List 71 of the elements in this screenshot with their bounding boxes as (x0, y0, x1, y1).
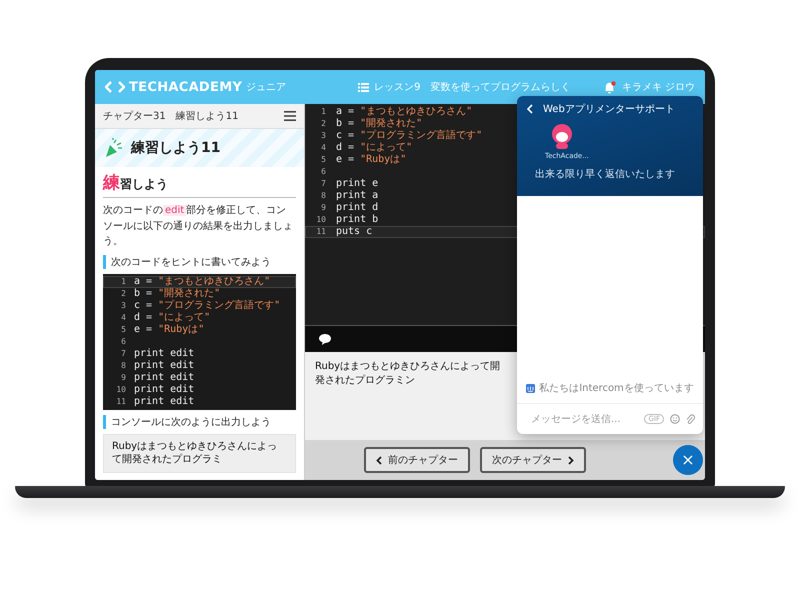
line-number: 6 (120, 336, 127, 346)
smiley-icon[interactable] (670, 414, 680, 424)
chevron-right-icon (568, 456, 574, 464)
expected-output: Rubyはまつもとゆきひろさんによって開発されたプログラミ (103, 434, 296, 472)
code-brackets-icon (105, 81, 125, 93)
code-text: print a (336, 191, 378, 201)
code-text: print d (336, 203, 378, 213)
back-button[interactable] (527, 104, 533, 114)
code-text: print e (336, 179, 378, 189)
party-popper-icon (105, 138, 123, 158)
line-number: 3 (320, 131, 327, 141)
message-input[interactable]: メッセージを送信... (529, 412, 638, 426)
line-number: 5 (120, 324, 127, 334)
speech-bubble-icon (319, 334, 331, 344)
line-number: 11 (315, 227, 327, 237)
code-text: c = "プログラミング言語です" (336, 131, 482, 141)
reply-time-text: 出来る限り早く返信いたします (535, 168, 676, 181)
code-text: print edit (134, 396, 194, 406)
line-number: 5 (320, 155, 327, 165)
logo-subtitle: ジュニア (246, 81, 286, 94)
line-number: 9 (120, 372, 127, 382)
code-text: print edit (134, 384, 194, 394)
back-icon (527, 104, 533, 114)
console-output: Rubyはまつもとゆきひろさんによって開発されたプログラミン (315, 360, 502, 388)
section-heading: 練習しよう (103, 171, 296, 198)
code-text: print edit (134, 348, 194, 358)
code-text: c = "プログラミング言語です" (134, 300, 280, 310)
previous-chapter-button[interactable]: 前のチャプター (364, 447, 470, 473)
bell-icon[interactable] (602, 80, 616, 94)
code-text: b = "開発された" (134, 288, 220, 298)
line-number: 7 (320, 179, 327, 189)
code-text: e = "Rubyは" (336, 155, 406, 165)
chat-title: Webアプリメンターサポート (543, 102, 675, 116)
line-number: 2 (120, 288, 127, 298)
line-number: 11 (115, 396, 127, 406)
intercom-icon (526, 384, 536, 392)
avatar (549, 123, 575, 149)
code-text: b = "開発された" (336, 119, 422, 129)
code-text: print b (336, 215, 378, 225)
code-text: d = "によって" (336, 143, 412, 153)
line-number: 9 (320, 203, 327, 213)
next-chapter-button[interactable]: 次のチャプター (480, 447, 586, 473)
powered-by-text: 私たちはIntercomを使っています (539, 382, 694, 395)
line-number: 8 (320, 191, 327, 201)
chevron-left-icon (376, 456, 382, 464)
line-number: 1 (320, 107, 327, 117)
lesson-title: レッスン9 変数を使ってプログラムらしく (374, 80, 571, 94)
code-text: e = "Rubyは" (134, 324, 204, 334)
lesson-heading: 練習しよう11 (131, 139, 220, 157)
line-number: 4 (320, 143, 327, 153)
code-text: print edit (134, 372, 194, 382)
paperclip-icon[interactable] (686, 414, 695, 424)
code-text: puts c (336, 227, 372, 237)
line-number: 10 (315, 215, 327, 225)
code-text: a = "まつもとゆきひろさん" (134, 276, 270, 286)
subheading: コンソールに次のように出力しよう (103, 414, 296, 428)
line-number: 4 (120, 312, 127, 322)
menu-icon[interactable] (284, 111, 296, 121)
subheading: 次のコードをヒントに書いてみよう (103, 254, 296, 268)
code-text: d = "によって" (134, 312, 210, 322)
instruction-text: 次のコードの edit 部分を修正して、コンソールに以下の通りの結果を出力しましょう。 (103, 204, 294, 249)
line-number: 1 (120, 276, 127, 286)
breadcrumb: チャプター31 練習しよう11 (103, 110, 238, 123)
line-number: 8 (120, 360, 127, 370)
line-number: 10 (115, 384, 127, 394)
line-number: 2 (320, 119, 327, 129)
line-number: 6 (320, 167, 327, 177)
line-number: 7 (120, 348, 127, 358)
line-number: 3 (120, 300, 127, 310)
code-text: a = "まつもとゆきひろさん" (336, 107, 472, 117)
code-text: print edit (134, 360, 194, 370)
